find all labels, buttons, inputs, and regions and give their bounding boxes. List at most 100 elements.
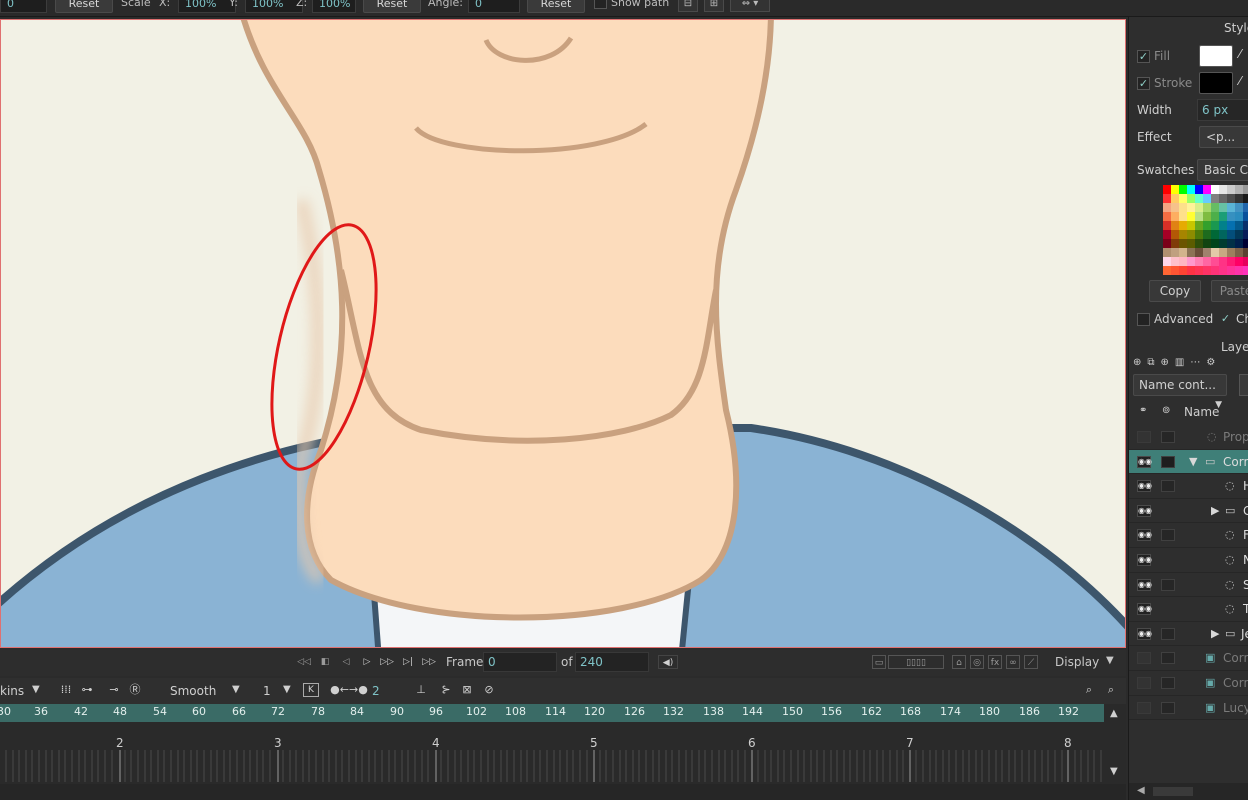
- swatch[interactable]: [1235, 257, 1243, 266]
- expand-chevron-right-icon[interactable]: ▶: [1211, 627, 1219, 640]
- swatch[interactable]: [1211, 185, 1219, 194]
- swatch[interactable]: [1243, 248, 1248, 257]
- swatch[interactable]: [1219, 221, 1227, 230]
- swatch[interactable]: [1163, 194, 1171, 203]
- settings-icon[interactable]: ⚙: [1206, 357, 1221, 368]
- visibility-toggle-icon[interactable]: ◉◉: [1137, 627, 1152, 640]
- flip-vertical-icon[interactable]: ⊞: [704, 0, 724, 12]
- stroke-eyedropper-icon[interactable]: ⁄: [1239, 74, 1241, 88]
- zoom-in-icon[interactable]: ⌕: [1102, 682, 1120, 698]
- key-grid-icon[interactable]: ⁞⁞⁞: [57, 682, 75, 698]
- layer-row[interactable]: ◉◉ ◌ T: [1129, 597, 1248, 622]
- curve-icon[interactable]: ⟋: [1024, 655, 1038, 669]
- reset-key-icon[interactable]: Ⓡ: [126, 682, 144, 698]
- swatch[interactable]: [1243, 194, 1248, 203]
- scale-y-field[interactable]: 100%: [245, 0, 303, 13]
- swatch[interactable]: [1227, 194, 1235, 203]
- swatch[interactable]: [1243, 266, 1248, 275]
- branch-icon[interactable]: ⊱: [437, 682, 455, 698]
- swatch[interactable]: [1227, 266, 1235, 275]
- step-chevron-down-icon[interactable]: ▼: [283, 684, 291, 695]
- stroke-color-swatch[interactable]: [1199, 72, 1233, 94]
- flip-horizontal-icon[interactable]: ⊟: [678, 0, 698, 12]
- visibility-toggle-icon[interactable]: ◉◉: [1137, 455, 1152, 468]
- layer-row[interactable]: ▣ Corn: [1129, 671, 1248, 696]
- swatch[interactable]: [1203, 221, 1211, 230]
- swatch[interactable]: [1171, 230, 1179, 239]
- swatch[interactable]: [1227, 248, 1235, 257]
- swatch[interactable]: [1203, 248, 1211, 257]
- width-input[interactable]: 6 px: [1197, 99, 1248, 121]
- reset-angle-button[interactable]: Reset: [527, 0, 585, 13]
- swatch[interactable]: [1187, 248, 1195, 257]
- first-frame-icon[interactable]: ◁◁: [296, 655, 312, 669]
- swatch[interactable]: [1243, 203, 1248, 212]
- scroll-up-icon[interactable]: ▲: [1110, 708, 1118, 719]
- layer-row[interactable]: ◉◉ ◌ H: [1129, 474, 1248, 499]
- layer-row[interactable]: ◉◉ ▶ ▭ G: [1129, 499, 1248, 524]
- swatch[interactable]: [1219, 257, 1227, 266]
- reset-scale-button[interactable]: Reset: [363, 0, 421, 13]
- swatch[interactable]: [1179, 185, 1187, 194]
- visibility-toggle-icon[interactable]: ◉◉: [1137, 578, 1152, 591]
- swatch[interactable]: [1243, 221, 1248, 230]
- swatch[interactable]: [1195, 194, 1203, 203]
- swatch[interactable]: [1203, 185, 1211, 194]
- layer-row[interactable]: ▣ Corn: [1129, 646, 1248, 671]
- swatch[interactable]: [1163, 230, 1171, 239]
- swatch[interactable]: [1179, 239, 1187, 248]
- swatch[interactable]: [1203, 266, 1211, 275]
- swatch[interactable]: [1219, 230, 1227, 239]
- effect-dropdown[interactable]: <p...: [1199, 126, 1248, 148]
- swatch[interactable]: [1187, 185, 1195, 194]
- swatch[interactable]: [1235, 212, 1243, 221]
- swatch[interactable]: [1171, 203, 1179, 212]
- scroll-left-icon[interactable]: ◀: [1137, 785, 1145, 796]
- last-frame-icon[interactable]: ▷▷: [421, 655, 437, 669]
- keyframe-icon[interactable]: K: [303, 683, 319, 697]
- play-icon[interactable]: ▷: [359, 655, 375, 669]
- layer-filter-dropdown[interactable]: Name cont... ▼: [1133, 374, 1227, 410]
- swatch[interactable]: [1227, 203, 1235, 212]
- swatch[interactable]: [1179, 230, 1187, 239]
- swatch[interactable]: [1179, 194, 1187, 203]
- swatch[interactable]: [1219, 203, 1227, 212]
- swatch[interactable]: [1235, 203, 1243, 212]
- key-count-field[interactable]: 2: [372, 684, 380, 698]
- lock-toggle-icon[interactable]: [1161, 652, 1175, 665]
- onion-skin-icon[interactable]: ⌂: [952, 655, 966, 669]
- fx-icon[interactable]: fx: [988, 655, 1002, 669]
- expand-chevron-right-icon[interactable]: ▶: [1211, 504, 1219, 517]
- stroke-checkbox[interactable]: ✓: [1137, 77, 1150, 90]
- lock-toggle-icon[interactable]: [1161, 431, 1175, 443]
- swatch[interactable]: [1219, 266, 1227, 275]
- swatch[interactable]: [1187, 266, 1195, 275]
- swatch[interactable]: [1195, 185, 1203, 194]
- ch-checkbox[interactable]: ✓: [1219, 313, 1232, 326]
- swatch[interactable]: [1219, 194, 1227, 203]
- swatch[interactable]: [1243, 239, 1248, 248]
- swatch[interactable]: [1211, 203, 1219, 212]
- swatch[interactable]: [1203, 230, 1211, 239]
- swatch[interactable]: [1187, 257, 1195, 266]
- swatch[interactable]: [1211, 194, 1219, 203]
- fill-eyedropper-icon[interactable]: ⁄: [1239, 47, 1241, 61]
- display-dropdown[interactable]: Display: [1055, 655, 1099, 669]
- swatch[interactable]: [1195, 203, 1203, 212]
- group-layer-icon[interactable]: ⊕: [1161, 357, 1175, 368]
- reset-position-button[interactable]: Reset: [55, 0, 113, 13]
- skins-chevron-down-icon[interactable]: ▼: [32, 684, 40, 695]
- layer-row[interactable]: ◉◉ ◌ N: [1129, 548, 1248, 573]
- skins-dropdown[interactable]: kins: [0, 684, 24, 698]
- camera-icon[interactable]: ◎: [970, 655, 984, 669]
- sound-icon[interactable]: ◀): [658, 655, 678, 669]
- duplicate-layer-icon[interactable]: ⧉: [1147, 357, 1160, 368]
- swatch[interactable]: [1203, 203, 1211, 212]
- timeline-track[interactable]: 2 3 4 5 6 7 8: [0, 722, 1104, 784]
- swatch[interactable]: [1195, 266, 1203, 275]
- layer-row[interactable]: ◉◉ ▶ ▭ Je: [1129, 622, 1248, 647]
- fill-checkbox[interactable]: ✓: [1137, 50, 1150, 63]
- swatch[interactable]: [1187, 194, 1195, 203]
- swatch[interactable]: [1211, 230, 1219, 239]
- layer-row[interactable]: ▣ Lucy: [1129, 696, 1248, 721]
